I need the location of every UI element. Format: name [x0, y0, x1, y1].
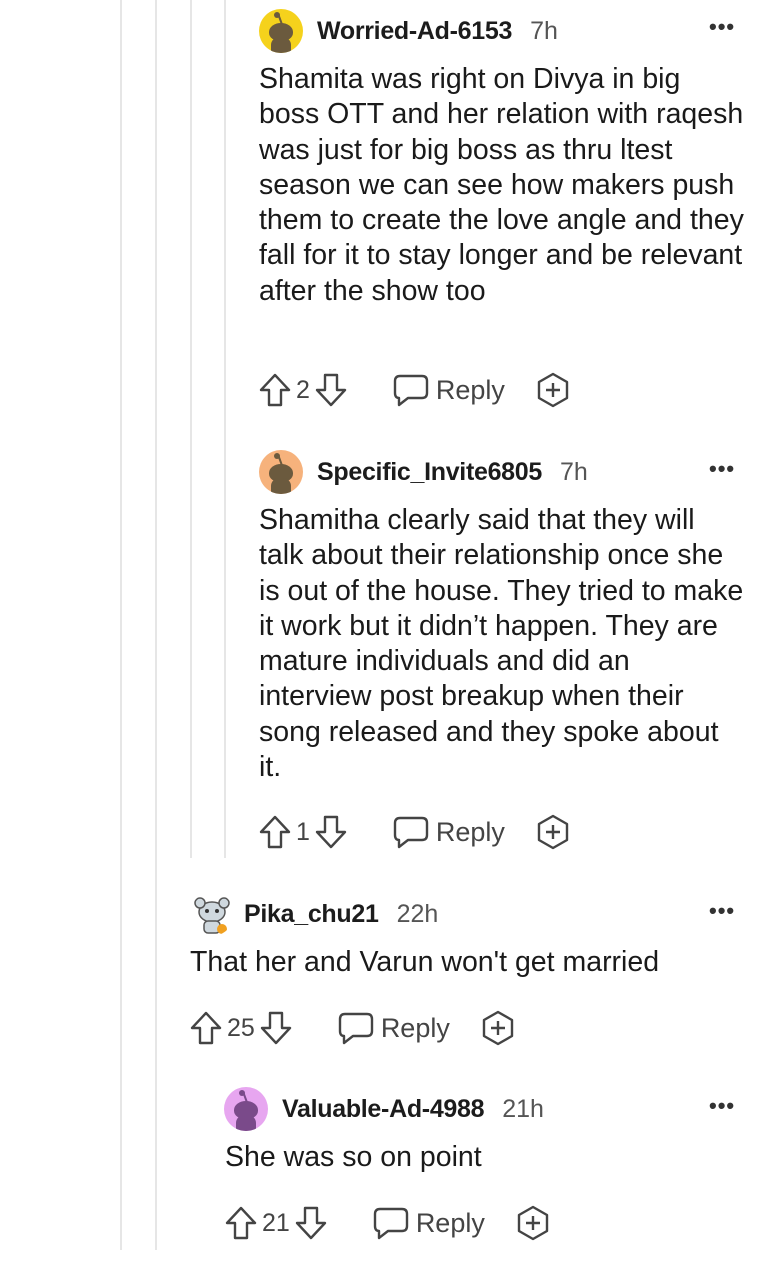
reply-label: Reply — [435, 816, 505, 847]
more-icon[interactable]: ••• — [709, 898, 735, 924]
downvote-icon[interactable] — [314, 814, 348, 850]
award-icon[interactable] — [535, 372, 571, 408]
timestamp: 7h — [530, 16, 558, 45]
comment-actions: 1 Reply — [258, 814, 571, 850]
username[interactable]: Pika_chu21 — [244, 900, 379, 929]
thread-line-1 — [120, 0, 122, 1250]
comment-body: Shamitha clearly said that they will tal… — [259, 504, 744, 784]
thread-line-4 — [224, 0, 226, 858]
reply-label: Reply — [415, 1207, 485, 1238]
avatar-icon[interactable] — [259, 9, 303, 53]
comment-body: She was so on point — [225, 1141, 482, 1173]
comment-actions: 25 Reply — [189, 1010, 516, 1046]
reply-icon — [392, 815, 430, 849]
upvote-icon[interactable] — [258, 814, 292, 850]
award-icon[interactable] — [480, 1010, 516, 1046]
timestamp: 7h — [560, 457, 588, 486]
comment-body: Shamita was right on Divya in big boss O… — [259, 63, 744, 307]
thread-line-3 — [190, 0, 192, 858]
award-icon[interactable] — [515, 1205, 551, 1241]
reply-label: Reply — [435, 374, 505, 405]
reply-button[interactable]: Reply — [392, 373, 505, 407]
more-icon[interactable]: ••• — [709, 1093, 735, 1119]
comment-actions: 2 Reply — [258, 372, 571, 408]
vote-count: 21 — [262, 1208, 290, 1237]
vote-count: 25 — [227, 1013, 255, 1042]
reply-label: Reply — [380, 1012, 450, 1043]
username[interactable]: Worried-Ad-6153 — [317, 17, 512, 46]
username[interactable]: Specific_Invite6805 — [317, 458, 542, 487]
avatar-icon[interactable] — [190, 892, 234, 936]
reply-icon — [372, 1206, 410, 1240]
more-icon[interactable]: ••• — [709, 14, 735, 40]
more-icon[interactable]: ••• — [709, 456, 735, 482]
comment-actions: 21 Reply — [224, 1205, 551, 1241]
award-icon[interactable] — [535, 814, 571, 850]
username[interactable]: Valuable-Ad-4988 — [282, 1095, 485, 1124]
reply-icon — [337, 1011, 375, 1045]
reply-button[interactable]: Reply — [392, 815, 505, 849]
vote-count: 2 — [296, 375, 310, 404]
thread-line-2 — [155, 0, 157, 1250]
reply-button[interactable]: Reply — [337, 1011, 450, 1045]
upvote-icon[interactable] — [258, 372, 292, 408]
downvote-icon[interactable] — [314, 372, 348, 408]
upvote-icon[interactable] — [224, 1205, 258, 1241]
reply-icon — [392, 373, 430, 407]
timestamp: 21h — [502, 1094, 544, 1123]
timestamp: 22h — [396, 899, 439, 928]
avatar-icon[interactable] — [224, 1087, 268, 1131]
comment-body: That her and Varun won't get married — [190, 946, 660, 978]
downvote-icon[interactable] — [294, 1205, 328, 1241]
reply-button[interactable]: Reply — [372, 1206, 485, 1240]
downvote-icon[interactable] — [259, 1010, 293, 1046]
vote-count: 1 — [296, 817, 310, 846]
upvote-icon[interactable] — [189, 1010, 223, 1046]
avatar-icon[interactable] — [259, 450, 303, 494]
